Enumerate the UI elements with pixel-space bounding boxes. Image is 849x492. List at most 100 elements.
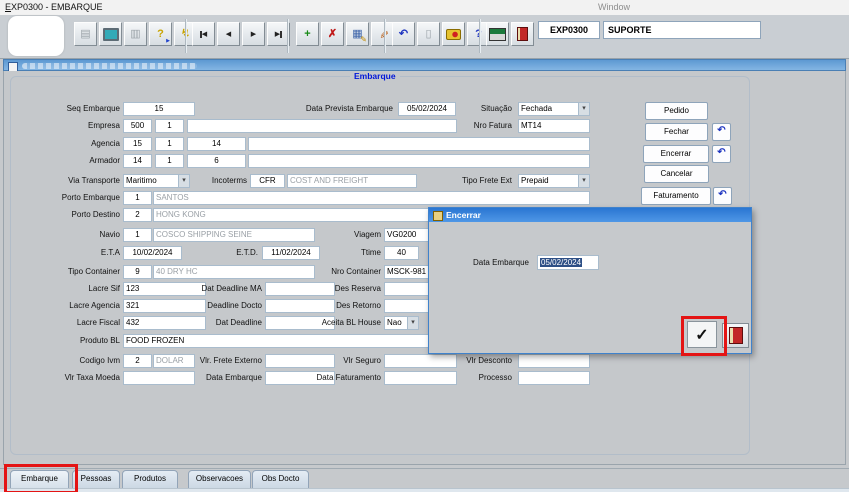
seq-embarque-field[interactable]: 15: [123, 102, 195, 116]
next-record-icon: ▶: [251, 30, 256, 38]
run-help-button[interactable]: ?▶: [149, 22, 172, 46]
dat-deadline-label: Dat Deadline: [180, 317, 262, 329]
armador-field-2[interactable]: 1: [155, 154, 184, 168]
first-record-button[interactable]: ◀: [192, 22, 215, 46]
dialog-confirm-button[interactable]: ✓: [687, 321, 717, 348]
encerrar-undo-button[interactable]: ↶: [712, 145, 731, 163]
prior-record-button[interactable]: ◀: [217, 22, 240, 46]
bottom-strip: [0, 488, 849, 492]
encerrar-button[interactable]: Encerrar: [643, 145, 709, 163]
last-bar-icon: [280, 31, 282, 38]
vlr-desconto-field[interactable]: [518, 354, 590, 368]
empresa-field-1[interactable]: 500: [123, 119, 152, 133]
mdi-title-bar[interactable]: [3, 59, 846, 71]
prior-record-icon: ◀: [226, 30, 231, 38]
faturamento-undo-button[interactable]: ↶: [713, 187, 732, 205]
porto-destino-label: Porto Destino: [18, 209, 120, 221]
nro-container-label: Nro Container: [330, 266, 381, 278]
vlr-desconto-label: Vlr Desconto: [448, 355, 512, 367]
tipo-container-field[interactable]: 9: [123, 265, 152, 279]
exit-button[interactable]: [511, 22, 534, 46]
aceita-bl-select[interactable]: Nao▾: [384, 316, 419, 330]
undo-icon: ↶: [399, 29, 408, 40]
via-transporte-value: Maritimo: [126, 176, 157, 185]
paste-clipboard-icon: ▯: [425, 29, 431, 40]
save-button[interactable]: ▤: [74, 22, 97, 46]
empresa-desc-field[interactable]: [187, 119, 457, 133]
keyboard-button[interactable]: [486, 22, 509, 46]
dialog-data-embarque-field[interactable]: 05/02/2024: [537, 255, 599, 270]
data-faturamento-field[interactable]: [384, 371, 457, 385]
fechar-button[interactable]: Fechar: [645, 123, 708, 141]
tab-pessoas[interactable]: Pessoas: [72, 470, 120, 489]
snapshot-button[interactable]: [442, 22, 465, 46]
encerrar-dialog: Encerrar Data Embarque 05/02/2024 ✓: [428, 207, 752, 354]
tipo-frete-value: Prepaid: [521, 176, 549, 185]
seq-embarque-label: Seq Embarque: [18, 103, 120, 115]
porto-embarque-field[interactable]: 1: [123, 191, 152, 205]
edit-pencil-icon: ✎: [360, 35, 367, 44]
menu-window[interactable]: Window: [598, 2, 630, 12]
tab-observacoes[interactable]: Observacoes: [188, 470, 251, 489]
paste-button[interactable]: ▯: [417, 22, 440, 46]
dat-deadline-ma-field[interactable]: [265, 282, 335, 296]
vlr-seguro-field[interactable]: [384, 354, 457, 368]
tab-embarque[interactable]: Embarque: [10, 470, 69, 489]
agencia-desc-field[interactable]: [248, 137, 590, 151]
nro-fatura-field[interactable]: MT14: [518, 119, 590, 133]
user-field[interactable]: SUPORTE: [603, 21, 761, 39]
chevron-down-icon[interactable]: ▾: [407, 317, 418, 329]
chevron-down-icon[interactable]: ▾: [178, 175, 189, 187]
tab-obs-docto[interactable]: Obs Docto: [252, 470, 309, 489]
ttime-field[interactable]: 40: [384, 246, 419, 260]
porto-embarque-desc: SANTOS: [153, 191, 590, 205]
agencia-field-3[interactable]: 14: [187, 137, 246, 151]
window-title: EXP0300 - EMBARQUE: [5, 2, 103, 12]
toolbar-group-misc: ↶ ▯ ?: [392, 22, 490, 46]
agencia-field-1[interactable]: 15: [123, 137, 152, 151]
armador-desc-field[interactable]: [248, 154, 590, 168]
edit-record-button[interactable]: ▦✎: [346, 22, 369, 46]
processo-field[interactable]: [518, 371, 590, 385]
dialog-exit-button[interactable]: [722, 323, 749, 348]
etd-field[interactable]: 11/02/2024: [262, 246, 320, 260]
vlr-seguro-label: Vlr Seguro: [330, 355, 381, 367]
print-button[interactable]: ▥: [124, 22, 147, 46]
agencia-field-2[interactable]: 1: [155, 137, 184, 151]
exit-door-icon: [517, 27, 528, 41]
empresa-field-2[interactable]: 1: [155, 119, 184, 133]
chevron-down-icon[interactable]: ▾: [578, 103, 589, 115]
vlr-frete-field[interactable]: [265, 354, 335, 368]
via-transporte-select[interactable]: Maritimo ▾: [123, 174, 190, 188]
navio-field[interactable]: 1: [123, 228, 152, 242]
next-record-button[interactable]: ▶: [242, 22, 265, 46]
cancelar-button[interactable]: Cancelar: [644, 165, 709, 183]
porto-destino-field[interactable]: 2: [123, 208, 152, 222]
eta-field[interactable]: 10/02/2024: [123, 246, 182, 260]
dat-deadline-ma-label: Dat Deadline MA: [180, 283, 262, 295]
pedido-button[interactable]: Pedido: [645, 102, 708, 120]
deadline-docto-field[interactable]: [265, 299, 335, 313]
run-help-icon: ?: [157, 29, 164, 40]
chevron-down-icon[interactable]: ▾: [578, 175, 589, 187]
tab-produtos[interactable]: Produtos: [122, 470, 178, 489]
top-bar: EXP0300 - EMBARQUE Window: [0, 0, 849, 16]
eta-label: E.T.A: [18, 247, 120, 259]
armador-field-1[interactable]: 14: [123, 154, 152, 168]
delete-record-button[interactable]: ✗: [321, 22, 344, 46]
tipo-frete-select[interactable]: Prepaid ▾: [518, 174, 590, 188]
monitor-button[interactable]: [99, 22, 122, 46]
armador-field-3[interactable]: 6: [187, 154, 246, 168]
undo-button[interactable]: ↶: [392, 22, 415, 46]
data-prevista-field[interactable]: 05/02/2024: [398, 102, 456, 116]
codigo-ivm-field[interactable]: 2: [123, 354, 152, 368]
navio-desc: COSCO SHIPPING SEINE: [153, 228, 315, 242]
incoterms-field[interactable]: CFR: [250, 174, 285, 188]
fechar-undo-button[interactable]: ↶: [712, 123, 731, 141]
insert-record-button[interactable]: +: [296, 22, 319, 46]
modify-button[interactable]: ✎: [371, 22, 394, 46]
faturamento-button[interactable]: Faturamento: [641, 187, 711, 205]
des-reserva-label: Des Reserva: [330, 283, 381, 295]
situacao-select[interactable]: Fechada▾: [518, 102, 590, 116]
dialog-title-bar[interactable]: Encerrar: [429, 208, 751, 222]
